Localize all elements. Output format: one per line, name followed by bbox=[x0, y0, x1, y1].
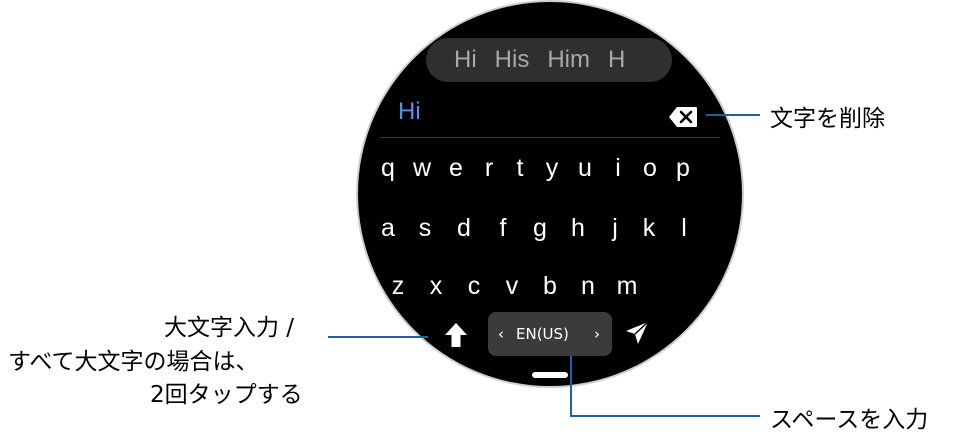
suggestion-1[interactable]: Hi bbox=[454, 46, 477, 74]
key-j[interactable]: j bbox=[600, 208, 630, 248]
handle-bar[interactable] bbox=[532, 372, 568, 378]
language-next-icon[interactable]: › bbox=[594, 325, 600, 343]
key-a[interactable]: a bbox=[373, 208, 403, 248]
space-leader-vertical bbox=[570, 356, 572, 417]
key-p[interactable]: p bbox=[668, 148, 698, 188]
key-b[interactable]: b bbox=[535, 266, 565, 306]
key-row-3: z x c v b n m bbox=[358, 266, 742, 306]
delete-leader-line bbox=[706, 114, 760, 116]
key-u[interactable]: u bbox=[570, 148, 600, 188]
key-h[interactable]: h bbox=[563, 208, 593, 248]
input-divider bbox=[380, 137, 720, 138]
key-e[interactable]: e bbox=[441, 148, 471, 188]
shift-callout-line2: すべて大文字の場合は、 bbox=[8, 349, 259, 375]
watch-face: Hi His Him H Hi q w e r t y u i o p a s … bbox=[358, 2, 742, 386]
key-i[interactable]: i bbox=[603, 148, 633, 188]
key-q[interactable]: q bbox=[373, 148, 403, 188]
suggestion-2[interactable]: His bbox=[495, 46, 530, 74]
key-g[interactable]: g bbox=[525, 208, 555, 248]
key-x[interactable]: x bbox=[421, 266, 451, 306]
language-label: EN(US) bbox=[516, 325, 569, 343]
suggestion-4[interactable]: H bbox=[608, 46, 625, 74]
key-m[interactable]: m bbox=[612, 266, 642, 306]
send-icon[interactable] bbox=[624, 320, 650, 346]
key-f[interactable]: f bbox=[488, 208, 518, 248]
shift-callout-line3: 2回タップする bbox=[150, 382, 303, 408]
key-v[interactable]: v bbox=[497, 266, 527, 306]
key-l[interactable]: l bbox=[669, 208, 699, 248]
space-leader-horizontal bbox=[570, 415, 760, 417]
key-n[interactable]: n bbox=[573, 266, 603, 306]
shift-leader-line bbox=[328, 336, 428, 338]
key-d[interactable]: d bbox=[449, 208, 479, 248]
delete-callout: 文字を削除 bbox=[770, 106, 885, 132]
key-s[interactable]: s bbox=[410, 208, 440, 248]
key-z[interactable]: z bbox=[383, 266, 413, 306]
key-w[interactable]: w bbox=[407, 148, 437, 188]
key-o[interactable]: o bbox=[635, 148, 665, 188]
key-t[interactable]: t bbox=[505, 148, 535, 188]
key-r[interactable]: r bbox=[474, 148, 504, 188]
language-prev-icon[interactable]: ‹ bbox=[498, 325, 504, 343]
shift-callout-line1: 大文字入力 / bbox=[164, 315, 295, 341]
key-y[interactable]: y bbox=[537, 148, 567, 188]
key-c[interactable]: c bbox=[459, 266, 489, 306]
language-space-key[interactable]: ‹ EN(US) › bbox=[488, 312, 612, 356]
key-row-1: q w e r t y u i o p bbox=[358, 148, 742, 188]
key-k[interactable]: k bbox=[634, 208, 664, 248]
shift-icon[interactable] bbox=[444, 322, 468, 348]
typed-text[interactable]: Hi bbox=[398, 98, 421, 126]
space-callout: スペースを入力 bbox=[770, 407, 929, 433]
suggestion-3[interactable]: Him bbox=[547, 46, 590, 74]
suggestion-bar: Hi His Him H bbox=[426, 38, 672, 82]
backspace-icon[interactable] bbox=[668, 106, 698, 128]
key-row-2: a s d f g h j k l bbox=[358, 208, 742, 248]
